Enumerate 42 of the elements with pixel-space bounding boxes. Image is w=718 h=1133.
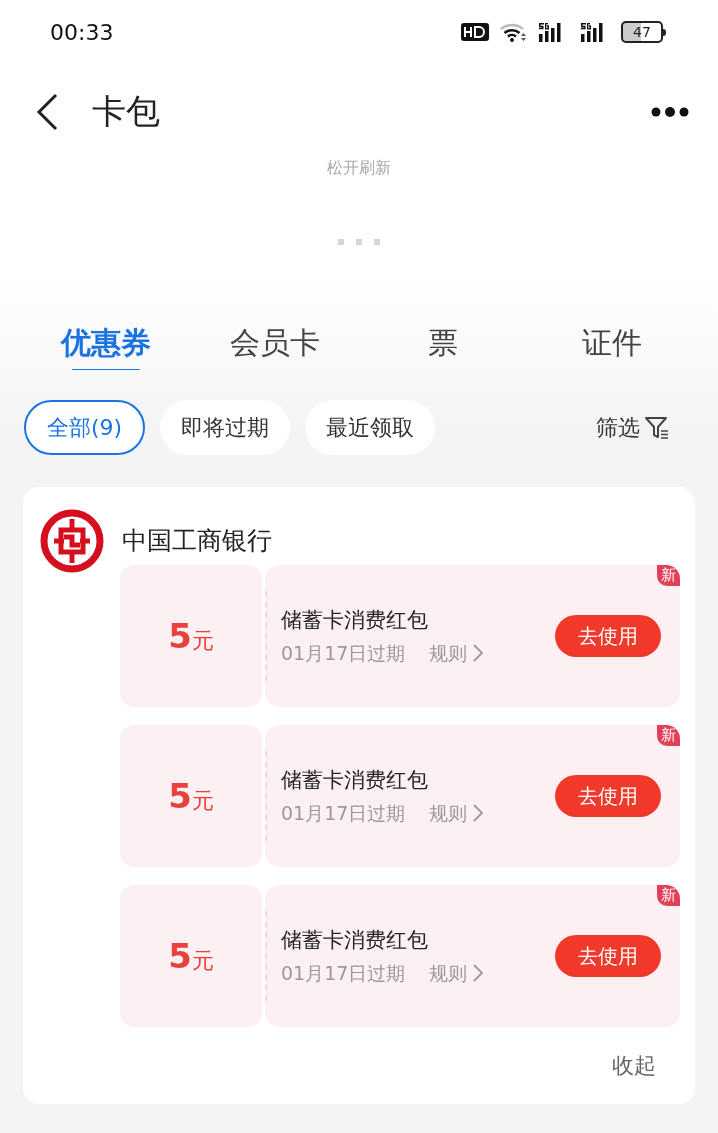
filter-chip[interactable]: 最近领取 bbox=[305, 400, 436, 455]
chevron-right-icon bbox=[473, 643, 484, 662]
hd-icon bbox=[461, 23, 489, 41]
new-badge: 新 bbox=[657, 725, 680, 746]
bank-logo-icon bbox=[40, 509, 104, 573]
coupon-amount: 5元 bbox=[168, 614, 214, 658]
new-badge: 新 bbox=[657, 885, 680, 906]
rules-link[interactable]: 规则 bbox=[429, 638, 484, 667]
loading-dots-icon bbox=[338, 238, 380, 246]
tab[interactable]: 会员卡 bbox=[190, 320, 359, 370]
chevron-right-icon bbox=[473, 963, 484, 982]
coupon-title: 储蓄卡消费红包 bbox=[281, 607, 429, 634]
page-title: 卡包 bbox=[92, 90, 160, 133]
wifi-icon bbox=[499, 21, 527, 43]
tab[interactable]: 证件 bbox=[527, 320, 696, 370]
rules-link[interactable]: 规则 bbox=[429, 798, 484, 827]
bank-name: 中国工商银行 bbox=[122, 525, 272, 558]
filter-button[interactable]: 筛选 bbox=[596, 411, 670, 444]
use-button[interactable]: 去使用 bbox=[555, 935, 661, 977]
coupon-expiry: 01月17日过期 bbox=[281, 800, 406, 826]
refresh-hint: 松开刷新 bbox=[327, 157, 391, 179]
coupon-amount: 5元 bbox=[168, 774, 214, 818]
coupon-title: 储蓄卡消费红包 bbox=[281, 927, 429, 954]
filter-icon bbox=[644, 414, 670, 441]
tab[interactable]: 优惠券 bbox=[22, 320, 191, 370]
use-button[interactable]: 去使用 bbox=[555, 775, 661, 817]
chevron-right-icon bbox=[473, 803, 484, 822]
use-button[interactable]: 去使用 bbox=[555, 615, 661, 657]
coupon-title: 储蓄卡消费红包 bbox=[281, 767, 429, 794]
tab[interactable]: 票 bbox=[359, 320, 528, 370]
filter-chip[interactable]: 即将过期 bbox=[160, 400, 291, 455]
status-time: 00:33 bbox=[50, 18, 114, 47]
more-icon bbox=[651, 105, 689, 118]
coupon-expiry: 01月17日过期 bbox=[281, 640, 406, 666]
filter-chip[interactable]: 全部(9) bbox=[24, 400, 146, 455]
rules-link[interactable]: 规则 bbox=[429, 958, 484, 987]
collapse-button[interactable]: 收起 bbox=[612, 1049, 656, 1082]
coupon-amount: 5元 bbox=[168, 934, 214, 978]
back-icon bbox=[35, 92, 59, 131]
coupon-expiry: 01月17日过期 bbox=[281, 960, 406, 986]
new-badge: 新 bbox=[657, 565, 680, 586]
battery-level: 47 bbox=[633, 25, 651, 39]
